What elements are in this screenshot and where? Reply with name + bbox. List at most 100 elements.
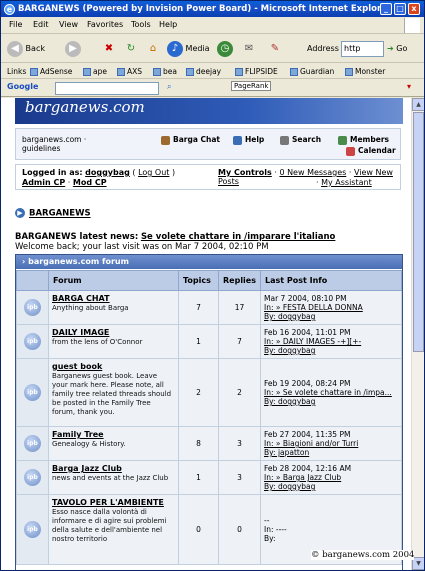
back-button[interactable]: ◀ Back	[7, 39, 45, 59]
admin-cp-link[interactable]: Admin CP	[22, 178, 65, 187]
maximize-button[interactable]: □	[394, 3, 406, 15]
forum-name-link[interactable]: guest book	[52, 362, 175, 371]
link-item[interactable]: AdSense	[30, 64, 72, 79]
media-button[interactable]: ♪ Media	[167, 39, 210, 59]
forum-table: Forum Topics Replies Last Post Info ipb …	[16, 270, 402, 565]
barga-chat-link[interactable]: Barga Chat	[161, 135, 220, 145]
forum-status-icon: ipb	[24, 384, 41, 401]
mail-icon: ✉	[244, 42, 254, 54]
google-search-input[interactable]	[55, 82, 159, 95]
login-box: Logged in as: doggybag ( Log Out ) Admin…	[15, 164, 401, 190]
link-item[interactable]: ape	[83, 64, 107, 79]
my-controls-link[interactable]: My Controls	[218, 168, 272, 177]
table-row: ipb BARGA CHAT Anything about Barga 7 17 …	[16, 290, 402, 325]
go-button[interactable]: ➔ Go	[387, 39, 407, 59]
go-arrow-icon: ➔	[387, 44, 394, 53]
forum-name-link[interactable]: BARGA CHAT	[52, 294, 175, 303]
menu-tools[interactable]: Tools	[131, 20, 151, 29]
site-banner: barganews.com	[15, 98, 403, 124]
forum-name-link[interactable]: DAILY IMAGE	[52, 328, 175, 337]
back-arrow-icon: ◀	[7, 40, 23, 57]
forum-name-link[interactable]: Family Tree	[52, 430, 175, 439]
link-item[interactable]: bea	[153, 64, 177, 79]
link-item[interactable]: deejay	[186, 64, 221, 79]
minimize-button[interactable]: _	[380, 3, 392, 15]
last-post-author-link[interactable]: By: doggybag	[264, 312, 398, 321]
title-bar[interactable]: e BARGANEWS (Powered by Invision Power B…	[1, 1, 424, 17]
google-options-icon[interactable]: ▾	[407, 82, 411, 91]
last-post-author-link[interactable]: By: japatton	[264, 448, 398, 457]
logout-link[interactable]: Log Out	[138, 168, 169, 177]
topics-count: 7	[178, 290, 219, 325]
last-post-topic-link[interactable]: In: » Se volete chattare in /impa...	[264, 388, 398, 397]
last-post-author-link[interactable]: By: doggybag	[264, 397, 398, 406]
menu-edit[interactable]: Edit	[33, 20, 49, 29]
topics-count: 1	[178, 324, 219, 359]
google-search-icon[interactable]: ⌕	[167, 82, 171, 92]
guidelines-link[interactable]: barganews.com · guidelines	[22, 135, 122, 153]
menu-view[interactable]: View	[59, 20, 78, 29]
replies-count: 0	[218, 494, 261, 565]
forum-status-icon: ipb	[24, 521, 41, 538]
link-item[interactable]: AXS	[117, 64, 142, 79]
link-icon	[117, 68, 125, 76]
last-post-topic-link[interactable]: In: » Biagioni and/or Turri	[264, 439, 398, 448]
home-icon: ⌂	[149, 42, 157, 54]
forum-description: Genealogy & History.	[52, 440, 126, 448]
last-post-topic-link[interactable]: In: » Barga Jazz Club	[264, 473, 398, 482]
address-field[interactable]: http	[341, 41, 384, 57]
last-post-author-link[interactable]: By: doggybag	[264, 346, 398, 355]
topics-count: 2	[178, 358, 219, 427]
forward-arrow-icon: ▶	[65, 40, 81, 57]
mod-cp-link[interactable]: Mod CP	[73, 178, 107, 187]
last-post-topic-link[interactable]: In: » FESTA DELLA DONNA	[264, 303, 398, 312]
menu-favorites[interactable]: Favorites	[87, 20, 123, 29]
edit-icon: ✎	[270, 42, 280, 54]
breadcrumb-home-link[interactable]: BARGANEWS	[29, 209, 91, 219]
stop-button[interactable]: ✖	[101, 39, 117, 59]
refresh-button[interactable]: ↻	[123, 39, 139, 59]
history-icon: ◷	[217, 40, 233, 57]
mail-button[interactable]: ✉	[241, 39, 257, 59]
link-icon	[30, 68, 38, 76]
calendar-link[interactable]: Calendar	[346, 146, 396, 156]
members-icon	[338, 135, 347, 145]
forum-name-link[interactable]: Barga Jazz Club	[52, 464, 175, 473]
link-item[interactable]: FLIPSIDE	[235, 64, 278, 79]
topics-count: 8	[178, 426, 219, 461]
username-link[interactable]: doggybag	[85, 168, 130, 177]
menu-file[interactable]: File	[9, 20, 22, 29]
link-item[interactable]: Monster	[345, 64, 385, 79]
latest-news-link[interactable]: Se volete chattare in /imparare l'italia…	[141, 232, 335, 242]
forum-table-box: › barganews.com forum Forum Topics Repli…	[15, 254, 403, 570]
scroll-up-icon[interactable]: ▲	[412, 98, 424, 111]
forum-status-icon: ipb	[24, 299, 41, 316]
menu-help[interactable]: Help	[159, 20, 177, 29]
edit-button[interactable]: ✎	[267, 39, 283, 59]
new-messages-link[interactable]: 0 New Messages	[279, 168, 346, 177]
search-link[interactable]: Search	[280, 135, 321, 145]
close-button[interactable]: x	[408, 3, 420, 15]
forum-category-header[interactable]: › barganews.com forum	[16, 255, 402, 269]
forum-description: Anything about Barga	[52, 304, 129, 312]
forum-description: Barganews guest book. Leave your mark he…	[52, 372, 172, 416]
browser-window: e BARGANEWS (Powered by Invision Power B…	[0, 0, 425, 571]
last-post-topic-link[interactable]: In: » DAILY IMAGES -+][+-	[264, 337, 398, 346]
windows-logo-icon	[404, 18, 420, 33]
scrollbar-thumb[interactable]	[413, 112, 424, 352]
last-post-author-link[interactable]: By: doggybag	[264, 482, 398, 491]
ie-logo-icon: e	[4, 4, 15, 15]
link-item[interactable]: Guardian	[290, 64, 334, 79]
forward-button[interactable]: ▶	[65, 39, 81, 59]
link-icon	[153, 68, 161, 76]
forum-name-link[interactable]: TAVOLO PER L'AMBIENTE	[52, 498, 175, 507]
members-link[interactable]: Members	[338, 135, 389, 145]
help-link[interactable]: Help	[233, 135, 264, 145]
last-post-date: Feb 19 2004, 08:24 PM	[264, 379, 351, 388]
history-button[interactable]: ◷	[217, 39, 233, 59]
my-assistant-link[interactable]: My Assistant	[321, 178, 372, 187]
home-button[interactable]: ⌂	[145, 39, 161, 59]
vertical-scrollbar[interactable]: ▲ ▼	[411, 98, 424, 570]
replies-count: 3	[218, 460, 261, 495]
page-content: barganews.com barganews.com · guidelines…	[1, 98, 411, 570]
